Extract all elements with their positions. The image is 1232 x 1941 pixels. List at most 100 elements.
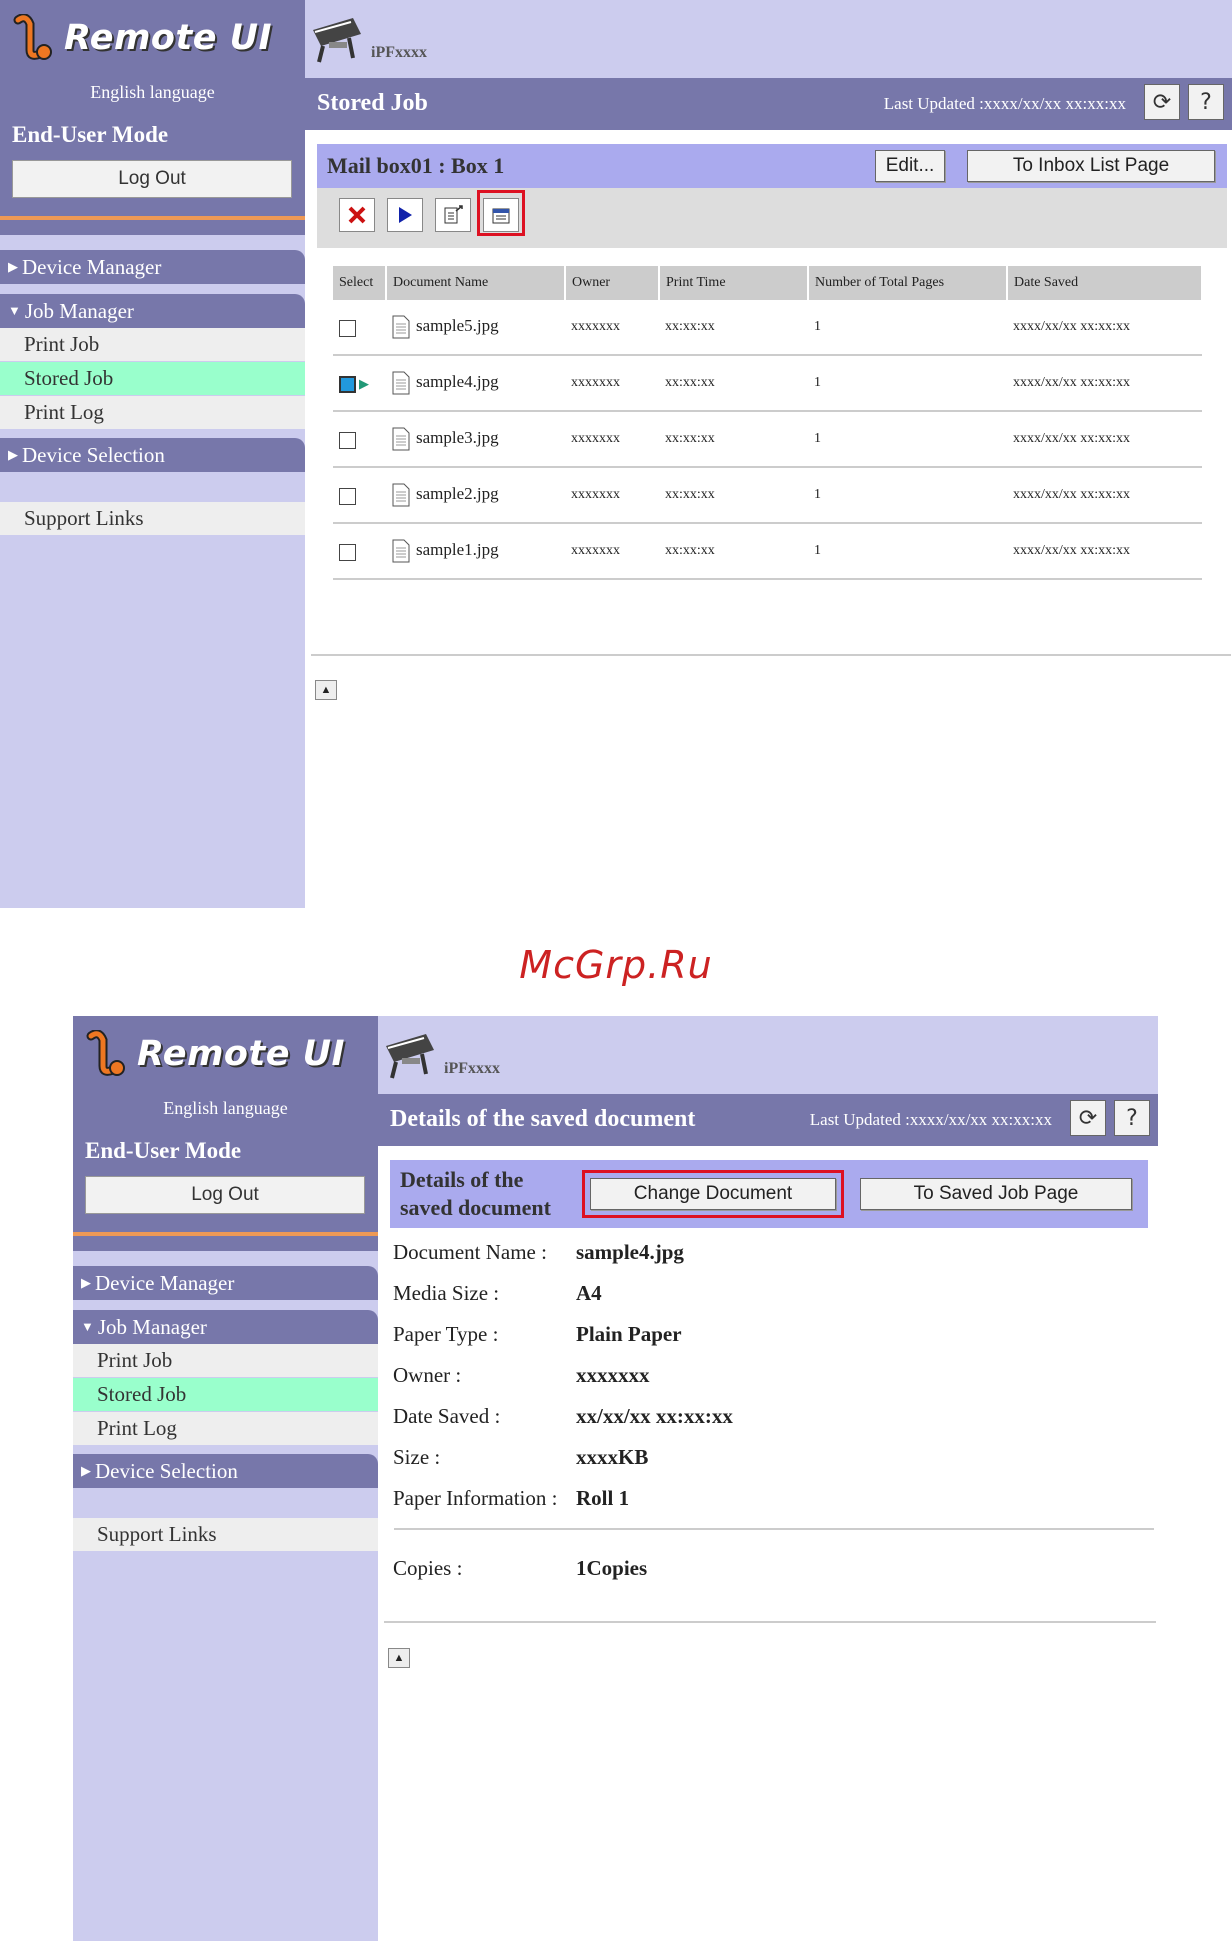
- scroll-top-button[interactable]: ▲: [388, 1648, 410, 1668]
- nav-label: Device Selection: [22, 442, 165, 467]
- detail-row: Date Saved : xx/xx/xx xx:xx:xx: [378, 1404, 998, 1444]
- detail-row: Paper Type : Plain Paper: [378, 1322, 998, 1362]
- document-icon: [392, 371, 410, 395]
- language-link[interactable]: English language: [73, 1098, 378, 1119]
- logout-button[interactable]: Log Out: [12, 160, 292, 198]
- document-name[interactable]: sample5.jpg: [416, 316, 499, 335]
- title-bar: Stored Job Last Updated :xxxx/xx/xx xx:x…: [305, 78, 1232, 130]
- select-cell[interactable]: ▶: [333, 355, 386, 412]
- logo: Remote UI: [12, 14, 272, 62]
- nav-device-selection[interactable]: ▶ Device Selection: [0, 438, 305, 472]
- detail-key: Owner :: [393, 1363, 462, 1387]
- column-header[interactable]: Number of Total Pages: [808, 266, 1008, 300]
- nav-stored-job[interactable]: Stored Job: [0, 362, 305, 396]
- mode-label: End-User Mode: [85, 1138, 242, 1163]
- edit-button[interactable]: Edit...: [875, 150, 945, 182]
- nav-label: Job Manager: [24, 298, 134, 323]
- top-bar: iPFxxxx: [378, 1016, 1158, 1094]
- table-row[interactable]: sample5.jpg xxxxxxx xx:xx:xx 1 xxxx/xx/xx xx…: [333, 300, 1202, 356]
- column-header[interactable]: Owner: [565, 266, 660, 300]
- select-checkbox[interactable]: [339, 431, 356, 449]
- nav-print-job[interactable]: Print Job: [0, 328, 305, 362]
- table-row[interactable]: sample2.jpg xxxxxxx xx:xx:xx 1 xxxx/xx/xx xx…: [333, 467, 1202, 524]
- language-link[interactable]: English language: [0, 82, 305, 103]
- detail-row: Size : xxxxKB: [378, 1445, 998, 1485]
- jobs-table: Select Document Name Owner Print Time Nu…: [333, 266, 1203, 580]
- remote-ui-logo-icon: [13, 14, 52, 60]
- print-button[interactable]: [387, 198, 423, 232]
- document-name-cell[interactable]: sample5.jpg: [386, 300, 565, 356]
- column-header[interactable]: Document Name: [386, 266, 566, 300]
- detail-value: xxxxxxx: [576, 1363, 650, 1387]
- nav-support-links[interactable]: Support Links: [0, 502, 305, 536]
- owner-cell: xxxxxxx: [565, 523, 659, 580]
- main-content: Details of the saved document Change Doc…: [378, 1146, 1158, 1941]
- select-checkbox[interactable]: [339, 487, 356, 505]
- help-button[interactable]: ?: [1188, 84, 1224, 120]
- pages-cell: 1: [808, 523, 1007, 580]
- select-cell[interactable]: [333, 467, 386, 524]
- refresh-button[interactable]: ⟳: [1144, 84, 1180, 120]
- table-row[interactable]: sample1.jpg xxxxxxx xx:xx:xx 1 xxxx/xx/xx xx…: [333, 523, 1202, 580]
- table-row[interactable]: sample3.jpg xxxxxxx xx:xx:xx 1 xxxx/xx/xx xx…: [333, 411, 1202, 468]
- select-cell[interactable]: [333, 300, 386, 356]
- mode-label: End-User Mode: [12, 122, 169, 147]
- refresh-button[interactable]: ⟳: [1070, 1100, 1106, 1136]
- owner-cell: xxxxxxx: [565, 355, 659, 412]
- move-button[interactable]: [435, 198, 471, 232]
- nav-job-manager[interactable]: ▼ Job Manager: [0, 294, 305, 328]
- document-name-cell[interactable]: sample1.jpg: [386, 523, 565, 580]
- nav-label: Device Selection: [95, 1458, 238, 1483]
- nav-print-log[interactable]: Print Log: [73, 1412, 378, 1446]
- section-title: Details of the saved document: [400, 1166, 551, 1222]
- divider: [0, 216, 305, 220]
- document-name[interactable]: sample3.jpg: [416, 428, 499, 447]
- nav-device-manager[interactable]: ▶ Device Manager: [73, 1266, 378, 1300]
- detail-row: Document Name : sample4.jpg: [378, 1240, 998, 1280]
- help-button[interactable]: ?: [1114, 1100, 1150, 1136]
- nav-device-selection[interactable]: ▶ Device Selection: [73, 1454, 378, 1488]
- nav-stored-job[interactable]: Stored Job: [73, 1378, 378, 1412]
- column-header[interactable]: Print Time: [659, 266, 809, 300]
- nav-job-manager[interactable]: ▼ Job Manager: [73, 1310, 378, 1344]
- remote-ui-logo-icon: [86, 1030, 125, 1076]
- detail-value: A4: [576, 1281, 602, 1305]
- triangle-down-icon: ▼: [81, 1319, 94, 1334]
- document-name-cell[interactable]: sample2.jpg: [386, 467, 565, 524]
- select-checkbox[interactable]: [339, 319, 356, 337]
- table-row[interactable]: ▶ sample4.jpg xxxxxxx xx:xx:xx 1 xxxx/xx/xx x…: [333, 355, 1202, 412]
- nav-device-manager[interactable]: ▶ Device Manager: [0, 250, 305, 284]
- document-name[interactable]: sample2.jpg: [416, 484, 499, 503]
- owner-cell: xxxxxxx: [565, 467, 659, 524]
- document-name[interactable]: sample1.jpg: [416, 540, 499, 559]
- detail-key: Document Name :: [393, 1240, 547, 1264]
- details-header: Details of the saved document Change Doc…: [390, 1160, 1148, 1228]
- select-checkbox[interactable]: [339, 543, 356, 561]
- logout-button[interactable]: Log Out: [85, 1176, 365, 1214]
- pages-cell: 1: [808, 355, 1007, 412]
- screen-stored-job: Remote UI English language End-User Mode…: [0, 0, 1232, 908]
- document-icon: [392, 483, 410, 507]
- divider: [394, 1528, 1154, 1530]
- nav-print-log[interactable]: Print Log: [0, 396, 305, 430]
- select-cell[interactable]: [333, 523, 386, 580]
- triangle-right-icon: ▶: [8, 447, 18, 462]
- document-name[interactable]: sample4.jpg: [416, 372, 499, 391]
- last-updated: Last Updated :xxxx/xx/xx xx:xx:xx: [809, 1110, 1052, 1129]
- nav-print-job[interactable]: Print Job: [73, 1344, 378, 1378]
- column-header[interactable]: Date Saved: [1007, 266, 1203, 300]
- select-checkbox[interactable]: [339, 375, 356, 393]
- delete-button[interactable]: [339, 198, 375, 232]
- select-cell[interactable]: [333, 411, 386, 468]
- nav-support-links[interactable]: Support Links: [73, 1518, 378, 1552]
- triangle-right-icon: ▶: [8, 259, 18, 274]
- scroll-top-button[interactable]: ▲: [315, 680, 337, 700]
- print-time-cell: xx:xx:xx: [659, 300, 808, 356]
- document-name-cell[interactable]: sample3.jpg: [386, 411, 565, 468]
- printer-model: iPFxxxx: [444, 1060, 500, 1077]
- to-saved-job-button[interactable]: To Saved Job Page: [860, 1178, 1132, 1210]
- triangle-right-icon: ▶: [81, 1463, 91, 1478]
- to-inbox-list-button[interactable]: To Inbox List Page: [967, 150, 1215, 182]
- document-name-cell[interactable]: sample4.jpg: [386, 355, 565, 412]
- box-header: Mail box01 : Box 1 Edit... To Inbox List…: [317, 144, 1227, 188]
